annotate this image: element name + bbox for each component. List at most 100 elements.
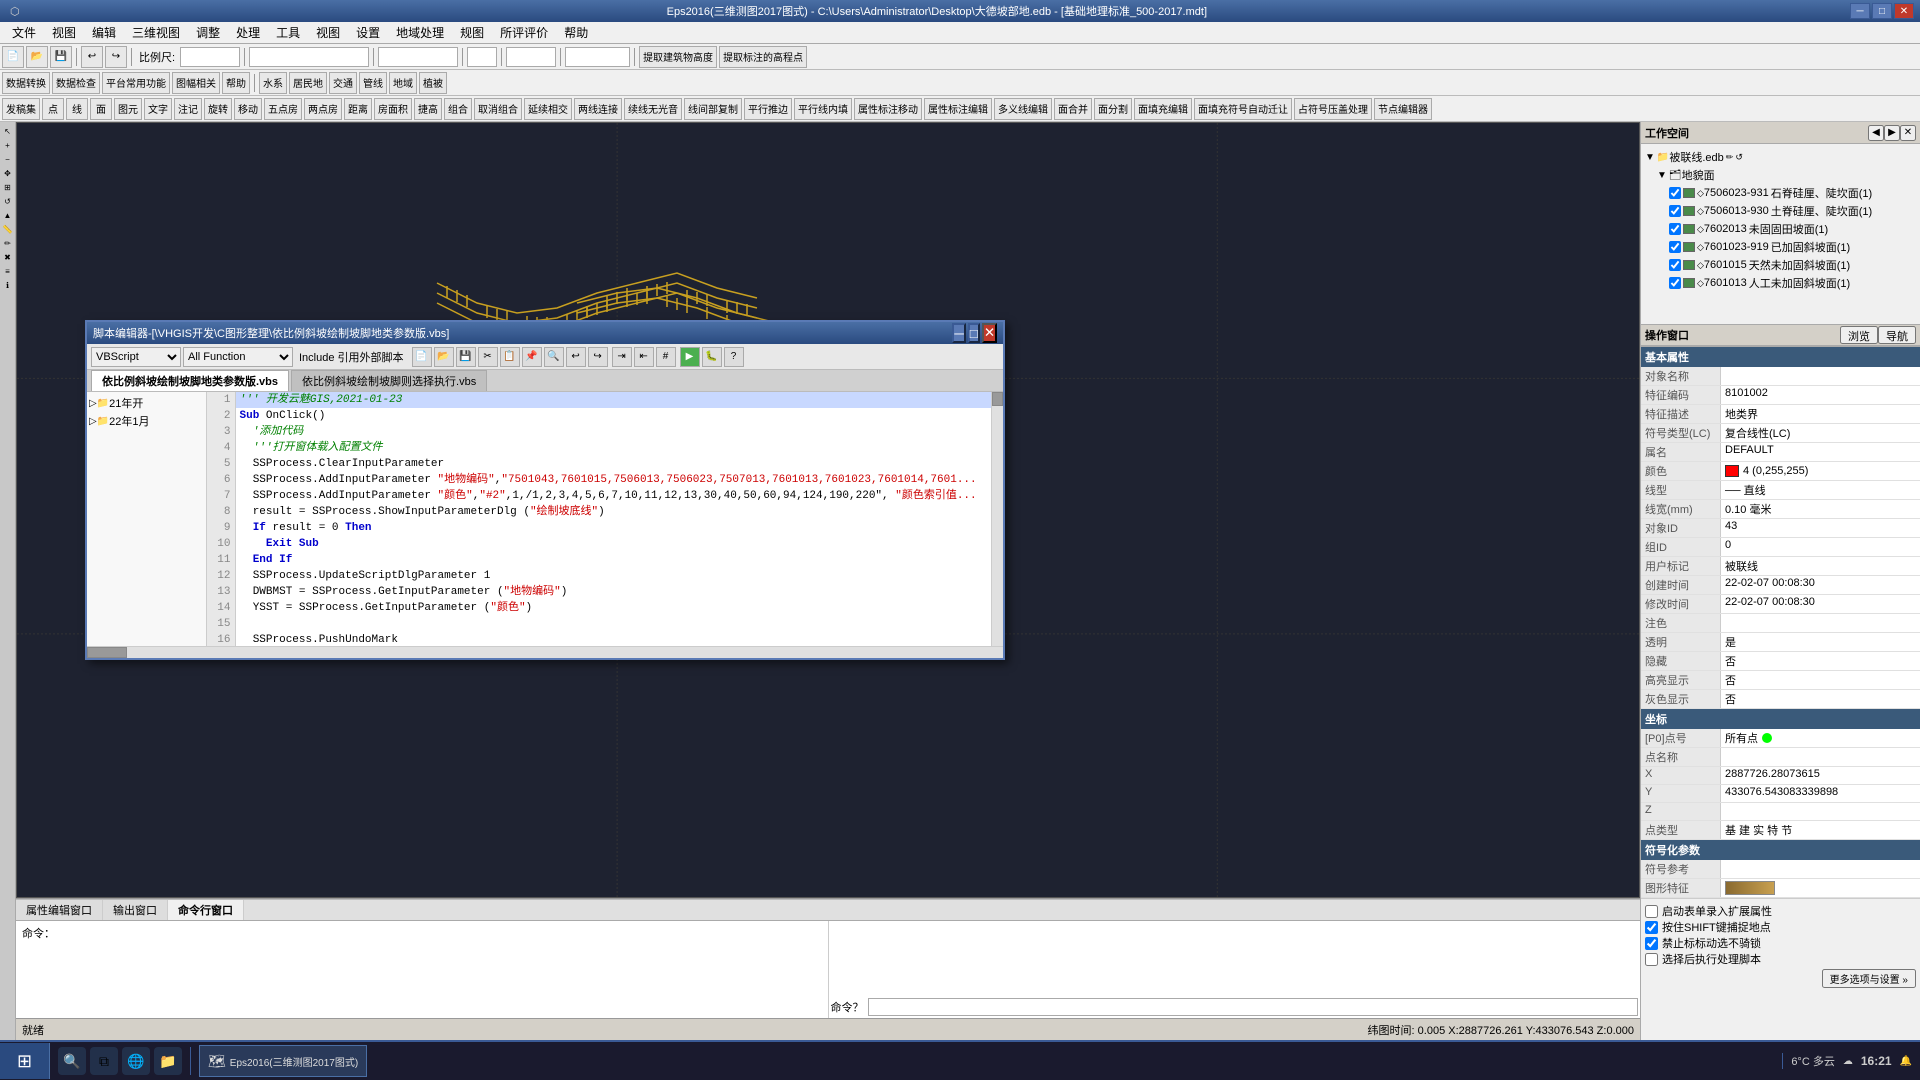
- menu-edit[interactable]: 编辑: [84, 22, 124, 43]
- se-find-btn[interactable]: 🔍: [544, 347, 564, 367]
- tab-output[interactable]: 输出窗口: [103, 900, 168, 920]
- open-btn[interactable]: 📂: [26, 46, 48, 68]
- list-item[interactable]: ◇ 7601015 天然未加固斜坡面(1): [1669, 256, 1916, 274]
- face-fill-edit-btn[interactable]: 面填充编辑: [1134, 98, 1192, 120]
- se-close[interactable]: ✕: [982, 323, 997, 343]
- pt-btn[interactable]: 点: [42, 98, 64, 120]
- func-select[interactable]: All Function: [183, 347, 293, 367]
- se-copy-btn[interactable]: 📋: [500, 347, 520, 367]
- ws-nav-next[interactable]: ▶: [1884, 125, 1900, 141]
- symbol-btn[interactable]: 图元: [114, 98, 142, 120]
- 2line-connect-btn[interactable]: 两线连接: [574, 98, 622, 120]
- zoom-in-icon[interactable]: +: [2, 139, 14, 151]
- list-item[interactable]: ◇ 7506023-931 石脊硅厘、陡坎面(1): [1669, 184, 1916, 202]
- se-new-btn[interactable]: 📄: [412, 347, 432, 367]
- node-edit-btn[interactable]: 节点编辑器: [1374, 98, 1432, 120]
- menu-tools[interactable]: 工具: [268, 22, 308, 43]
- feature-code-input[interactable]: 8101002-120 地类号: [249, 47, 369, 67]
- select-btn[interactable]: 发稿集: [2, 98, 40, 120]
- menu-help[interactable]: 帮助: [556, 22, 596, 43]
- list-item[interactable]: ◇ 7601013 人工未加固斜坡面(1): [1669, 274, 1916, 292]
- menu-chart[interactable]: 规图: [452, 22, 492, 43]
- resident-btn[interactable]: 居民地: [289, 72, 327, 94]
- ws-close[interactable]: ✕: [1900, 125, 1916, 141]
- nav-arrow-icon[interactable]: ↖: [2, 125, 14, 137]
- extract2-btn[interactable]: 提取标注的高程点: [719, 46, 807, 68]
- scale-input[interactable]: 1:821: [180, 47, 240, 67]
- se-open-btn[interactable]: 📂: [434, 347, 454, 367]
- face-split-btn[interactable]: 面分割: [1094, 98, 1132, 120]
- se-undo2-btn[interactable]: ↩: [566, 347, 586, 367]
- list-item[interactable]: ◇ 7601023-919 已加固斜坡面(1): [1669, 238, 1916, 256]
- se-paste-btn[interactable]: 📌: [522, 347, 542, 367]
- list-item[interactable]: ◇ 7506013-930 土脊硅厘、陡坎面(1): [1669, 202, 1916, 220]
- cursor-icon[interactable]: ▲: [2, 209, 14, 221]
- lang-select[interactable]: VBScript: [91, 347, 181, 367]
- chart-rel-btn[interactable]: 图幅相关: [172, 72, 220, 94]
- parallel-push-btn[interactable]: 平行推边: [744, 98, 792, 120]
- item-checkbox-1[interactable]: [1669, 205, 1681, 217]
- se-comment-btn[interactable]: #: [656, 347, 676, 367]
- se-help3-btn[interactable]: ?: [724, 347, 744, 367]
- ungroup-btn[interactable]: 取消组合: [474, 98, 522, 120]
- extend-intersect-btn[interactable]: 延续相交: [524, 98, 572, 120]
- menu-settings[interactable]: 设置: [348, 22, 388, 43]
- plant-btn[interactable]: 植被: [419, 72, 447, 94]
- minimize-button[interactable]: ─: [1850, 3, 1870, 19]
- save-btn[interactable]: 💾: [50, 46, 72, 68]
- se-hscrollbar[interactable]: [87, 646, 1003, 658]
- taskview-icon[interactable]: ⧉: [90, 1047, 118, 1075]
- measure-icon[interactable]: 📏: [2, 223, 14, 235]
- dist-btn[interactable]: 距离: [344, 98, 372, 120]
- layer-input[interactable]: DEFAULT: [378, 47, 458, 67]
- menu-adjust[interactable]: 调整: [188, 22, 228, 43]
- close-button[interactable]: ✕: [1894, 3, 1914, 19]
- transport-btn[interactable]: 交通: [329, 72, 357, 94]
- auto-expand-checkbox[interactable]: [1645, 905, 1658, 918]
- se-run-btn[interactable]: ▶: [680, 347, 700, 367]
- start-button[interactable]: ⊞: [0, 1043, 50, 1079]
- item-checkbox-2[interactable]: [1669, 223, 1681, 235]
- refresh-icon[interactable]: ↺: [2, 195, 14, 207]
- menu-3dview[interactable]: 三维视图: [124, 22, 188, 43]
- item-checkbox-3[interactable]: [1669, 241, 1681, 253]
- extent-icon[interactable]: ⊞: [2, 181, 14, 193]
- combine-btn[interactable]: 组合: [444, 98, 472, 120]
- se-code-inner[interactable]: 1 ''' 开发云魅GIS,2021-01-23 2 Sub OnClick()…: [207, 392, 991, 646]
- edge-icon[interactable]: 🌐: [122, 1047, 150, 1075]
- redo-btn[interactable]: ↪: [105, 46, 127, 68]
- line-type-input[interactable]: 直线: [506, 47, 556, 67]
- se-cut-btn[interactable]: ✂: [478, 347, 498, 367]
- menu-view[interactable]: 视图: [44, 22, 84, 43]
- item-checkbox-5[interactable]: [1669, 277, 1681, 289]
- ws-nav-prev[interactable]: ◀: [1868, 125, 1884, 141]
- face-fill-auto-btn[interactable]: 面填充符号自动迁让: [1194, 98, 1292, 120]
- menu-file[interactable]: 文件: [4, 22, 44, 43]
- line-width-input[interactable]: 0.10 毫米: [565, 47, 630, 67]
- scrollbar-thumb[interactable]: [992, 392, 1003, 406]
- rotate-btn[interactable]: 旋转: [204, 98, 232, 120]
- attr-label-edit-btn[interactable]: 属性标注编辑: [924, 98, 992, 120]
- no-move-checkbox[interactable]: [1645, 937, 1658, 950]
- layers-icon[interactable]: ≡: [2, 265, 14, 277]
- op-tab-browse[interactable]: 浏览: [1840, 326, 1878, 344]
- se-debug-btn[interactable]: 🐛: [702, 347, 722, 367]
- se-scrollbar[interactable]: [991, 392, 1003, 646]
- border-btn[interactable]: 地域: [389, 72, 417, 94]
- menu-process[interactable]: 处理: [228, 22, 268, 43]
- cmd-input[interactable]: [868, 998, 1639, 1016]
- pipe-btn[interactable]: 管线: [359, 72, 387, 94]
- platform-fn-btn[interactable]: 平台常用功能: [102, 72, 170, 94]
- 5pt-house-btn[interactable]: 五点房: [264, 98, 302, 120]
- water-btn[interactable]: 水系: [259, 72, 287, 94]
- parallel-fill-btn[interactable]: 平行线内填: [794, 98, 852, 120]
- search-taskbar-icon[interactable]: 🔍: [58, 1047, 86, 1075]
- menu-assess[interactable]: 所评评价: [492, 22, 556, 43]
- ln-btn[interactable]: 线: [66, 98, 88, 120]
- tree-year-1[interactable]: ▷ 📁 21年开: [89, 394, 204, 412]
- help2-btn[interactable]: 帮助: [222, 72, 250, 94]
- tab-cmd[interactable]: 命令行窗口: [168, 900, 244, 920]
- symbol-cover-btn[interactable]: 占符号压盖处理: [1294, 98, 1372, 120]
- se-outdent-btn[interactable]: ⇤: [634, 347, 654, 367]
- line-copy-btn[interactable]: 线间部复制: [684, 98, 742, 120]
